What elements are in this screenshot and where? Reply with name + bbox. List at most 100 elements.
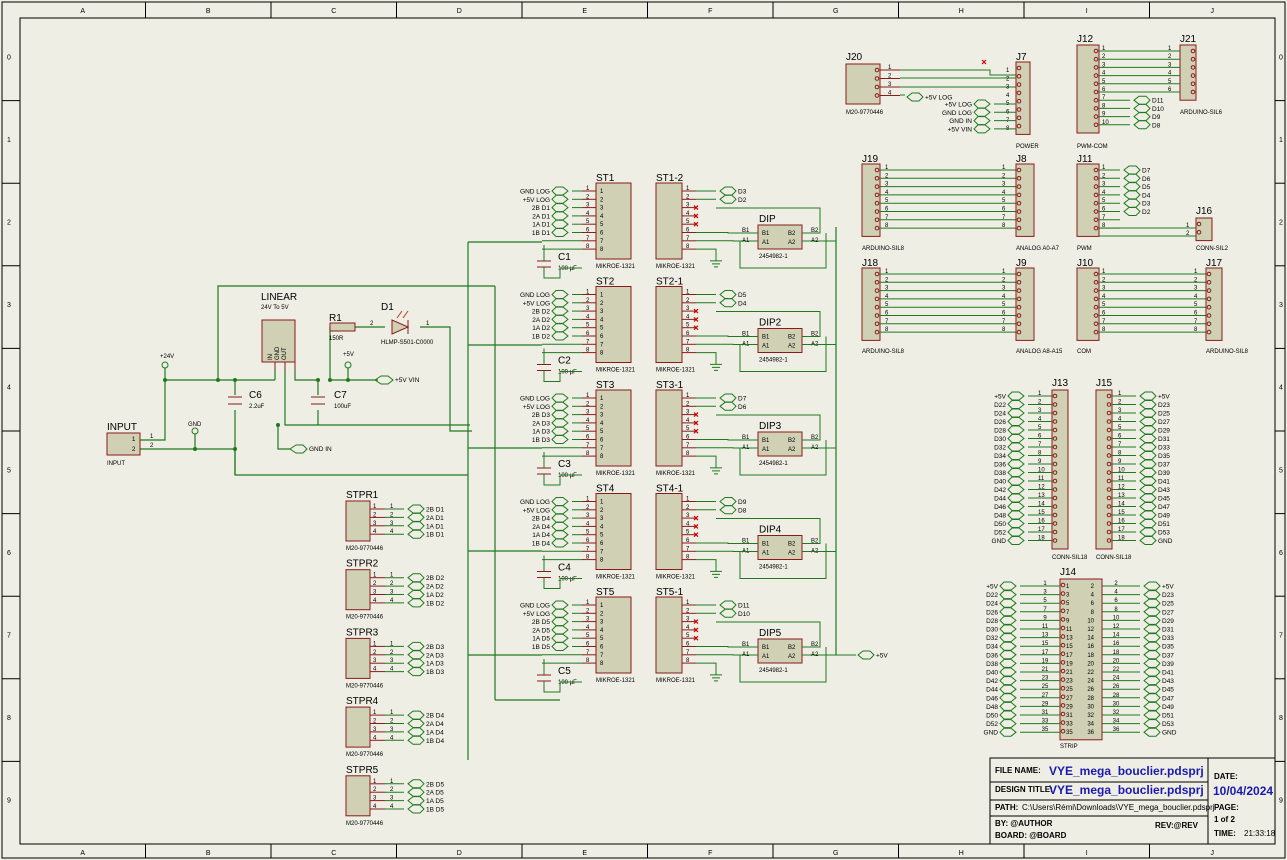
j7-net-label: +5V LOG [945, 102, 972, 109]
svg-text:29: 29 [1066, 704, 1073, 710]
j15-net-label: D37 [1158, 462, 1170, 469]
j15-net-label: D23 [1158, 402, 1170, 409]
dip-ref: DIP2 [759, 318, 782, 329]
row-marker-left: 2 [7, 220, 11, 227]
svg-text:31: 31 [1066, 713, 1073, 719]
row-marker-right: 1 [1279, 137, 1283, 144]
j15-net-label: D43 [1158, 487, 1170, 494]
stage-net-label: 1B D3 [532, 437, 550, 444]
stepper-net-label: 1A D1 [426, 523, 444, 530]
row-marker-right: 6 [1279, 550, 1283, 557]
stepper-body [345, 775, 371, 817]
j13-net-label: D24 [994, 411, 1006, 418]
row-marker-left: 0 [7, 54, 11, 61]
svg-text:16: 16 [1118, 519, 1125, 525]
stage-header-ref: ST2-1 [656, 277, 684, 288]
j15-value: CONN-SIL18 [1096, 555, 1132, 561]
col-marker-top: F [708, 8, 712, 15]
stage-header-body [655, 286, 683, 363]
linear-value: 24V To 5V [261, 305, 289, 311]
stage-header-value: MIKROE-1321 [656, 678, 696, 684]
col-marker-top: H [959, 8, 964, 15]
j11-net-label: D5 [1142, 184, 1151, 191]
dip-value: 2454982-1 [759, 461, 788, 467]
input-ref: INPUT [107, 422, 137, 433]
svg-text:11: 11 [1066, 627, 1073, 633]
stage-net-label: 1B D2 [532, 334, 550, 341]
svg-text:18: 18 [1087, 653, 1094, 659]
stage-driver-value: MIKROE-1321 [596, 471, 636, 477]
linear-pin-out: OUT [282, 347, 288, 360]
j12-net-label: D10 [1152, 106, 1164, 113]
stage-net-label: +5V LOG [523, 300, 550, 307]
j18-body [861, 267, 881, 341]
date-label: DATE: [1214, 772, 1238, 781]
stage-net-label: 2A D2 [532, 317, 550, 324]
dip-pin-label: A2 [788, 344, 796, 350]
stepper-value: M20-9770446 [346, 821, 384, 827]
j15-net-label: +5V [1158, 394, 1170, 401]
stepper-value: M20-9770446 [346, 546, 384, 552]
j15-net-label: D29 [1158, 428, 1170, 435]
stage-net-label: GND LOG [520, 396, 550, 403]
j14-net-label: D25 [1162, 601, 1174, 608]
svg-text:28: 28 [1087, 696, 1094, 702]
j12-net-label: D9 [1152, 114, 1161, 121]
col-marker-bottom: A [80, 850, 85, 857]
svg-text:19: 19 [1066, 661, 1073, 667]
col-marker-bottom: J [1211, 850, 1215, 857]
path-value: C:\Users\Rémi\Downloads\VYE_mega_bouclie… [1022, 803, 1215, 812]
col-marker-bottom: H [959, 850, 964, 857]
j11-net-label: D4 [1142, 192, 1151, 199]
stage-net-label: 2A D3 [532, 420, 550, 427]
svg-text:36: 36 [1087, 730, 1094, 736]
j17-ref: J17 [1206, 258, 1223, 269]
j14-net-label: D41 [1162, 670, 1174, 677]
svg-text:10: 10 [1102, 120, 1109, 126]
stage-capacitor-ref: C4 [558, 563, 571, 574]
dip-pin-label: B1 [762, 335, 770, 341]
dip-pin-label: A1 [762, 654, 770, 660]
j14-net-label: D39 [1162, 661, 1174, 668]
row-marker-left: 9 [7, 798, 11, 805]
j14-net-label: D33 [1162, 635, 1174, 642]
svg-text:12: 12 [1038, 485, 1045, 491]
stage-output-label: D3 [738, 189, 747, 196]
stage-net-label: 2B D2 [532, 309, 550, 316]
j21-value: ARDUINO-SIL6 [1180, 110, 1223, 116]
dip-value: 2454982-1 [759, 254, 788, 260]
vin-net-label: +5V VIN [395, 377, 420, 384]
j13-net-label: D38 [994, 470, 1006, 477]
j14-net-label: D28 [986, 618, 998, 625]
j14-net-label: D27 [1162, 609, 1174, 616]
j18-value: ARDUINO-SIL8 [862, 349, 905, 355]
svg-text:14: 14 [1113, 633, 1120, 639]
svg-text:31: 31 [1042, 710, 1049, 716]
page-value: 1 of 2 [1214, 815, 1235, 824]
time-value: 21:33:18 [1244, 829, 1276, 838]
stage-output-label: D2 [738, 197, 747, 204]
j7-net-label: +5V VIN [948, 126, 973, 133]
j14-net-label: +5V [1162, 584, 1174, 591]
j14-net-label: D38 [986, 661, 998, 668]
stage-net-label: +5V LOG [523, 404, 550, 411]
stage-net-label: GND LOG [520, 292, 550, 299]
j17-body [1205, 267, 1223, 341]
stage-net-label: 2B D3 [532, 412, 550, 419]
row-marker-right: 9 [1279, 798, 1283, 805]
j13-net-label: D26 [994, 419, 1006, 426]
stepper-ref: STPR1 [346, 490, 379, 501]
svg-text:17: 17 [1066, 653, 1073, 659]
row-marker-left: 8 [7, 715, 11, 722]
j11-net-label: D7 [1142, 168, 1151, 175]
title-block: FILE NAME: VYE_mega_bouclier.pdsprj DESI… [989, 757, 1276, 845]
j14-net-label: D48 [986, 704, 998, 711]
j14-net-label: D23 [1162, 592, 1174, 599]
j19-ref: J19 [862, 154, 879, 165]
row-marker-left: 7 [7, 633, 11, 640]
r1-ref: R1 [329, 313, 342, 324]
stage-capacitor-value: 100 µF [558, 473, 577, 479]
j9-value: ANALOG A8-A15 [1016, 349, 1063, 355]
stage-driver-ref: ST3 [596, 380, 615, 391]
j13-net-label: D50 [994, 521, 1006, 528]
